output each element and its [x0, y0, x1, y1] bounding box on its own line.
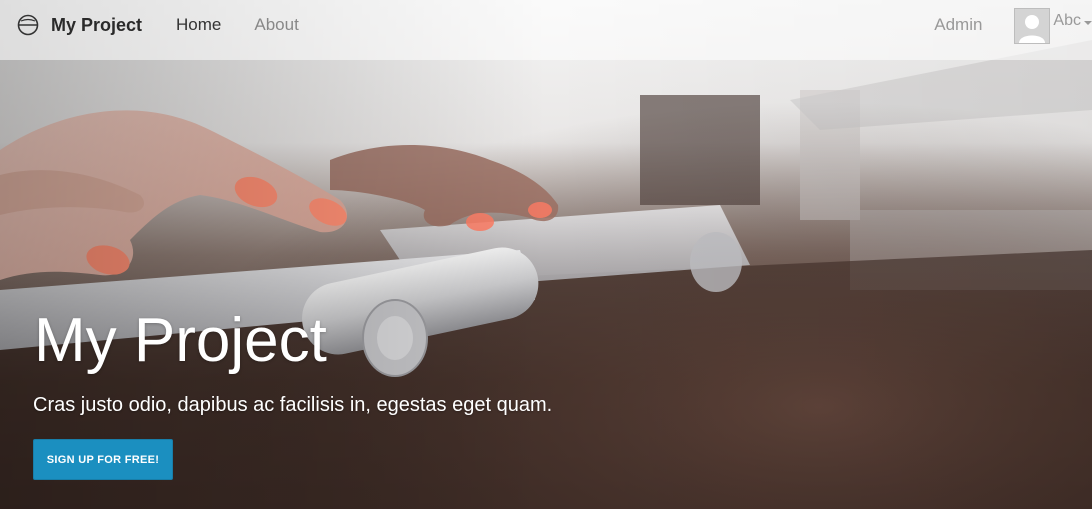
nav-link-home[interactable]: Home: [176, 15, 221, 35]
nav-right: Admin Abc: [934, 0, 1092, 50]
nav-link-about[interactable]: About: [254, 15, 298, 35]
sign-up-button[interactable]: SIGN UP FOR FREE!: [33, 439, 173, 480]
hero-subtitle: Cras justo odio, dapibus ac facilisis in…: [33, 394, 553, 416]
caret-down-icon: [1084, 21, 1092, 25]
nav-link-admin[interactable]: Admin: [934, 15, 982, 35]
brand-name: My Project: [51, 14, 143, 35]
user-menu-toggle[interactable]: Abc: [1014, 0, 1092, 50]
user-avatar-icon: [1014, 8, 1051, 44]
globe-icon: [17, 14, 39, 36]
username-label: Abc: [1053, 12, 1081, 29]
brand-link[interactable]: My Project: [17, 0, 142, 50]
hero-background-image: [0, 0, 1092, 509]
hero-section: My Project Home About Admin Abc My Proje…: [0, 0, 1092, 509]
top-navbar: My Project Home About Admin Abc: [0, 0, 1092, 50]
nav-links: Home About: [176, 15, 332, 35]
hero-title: My Project: [34, 306, 327, 375]
